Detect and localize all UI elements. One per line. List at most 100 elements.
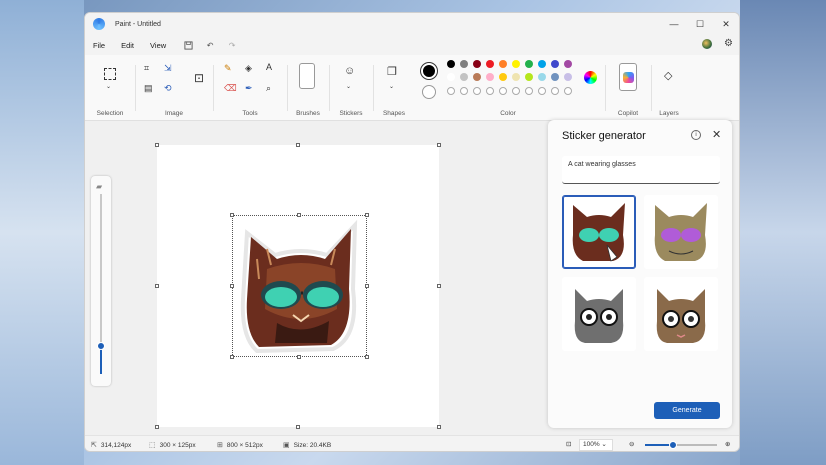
close-button[interactable]: ✕ <box>713 13 739 35</box>
layers-icon[interactable]: ◇ <box>664 69 672 82</box>
sticker-image <box>574 289 624 343</box>
generate-button[interactable]: Generate <box>654 402 720 419</box>
brushes-group: Brushes <box>288 55 328 121</box>
color-swatch[interactable] <box>564 87 572 95</box>
color-swatch[interactable] <box>460 87 468 95</box>
window-controls: — ☐ ✕ <box>661 13 739 35</box>
color-swatch[interactable] <box>460 73 468 81</box>
zoom-in-icon[interactable]: ⊕ <box>725 440 730 448</box>
color-swatch[interactable] <box>447 87 455 95</box>
cursor-position: ⇱ 314,124px <box>91 441 132 450</box>
sticker-option-3[interactable] <box>562 277 636 351</box>
resize-icon[interactable]: ⇲ <box>164 63 172 74</box>
color-swatch[interactable] <box>486 87 494 95</box>
sticker-image <box>572 203 625 262</box>
color-swatch[interactable] <box>538 73 546 81</box>
layers-group: ◇ Layers <box>652 55 686 121</box>
menu-view[interactable]: View <box>142 41 174 50</box>
undo-icon[interactable]: ↶ <box>202 38 218 52</box>
cursor-icon: ⇱ <box>91 442 97 449</box>
color-swatch[interactable] <box>512 60 520 68</box>
file-size: ▣ Size: 20.4KB <box>283 441 331 450</box>
color-swatch[interactable] <box>460 60 468 68</box>
sticker-option-2[interactable] <box>644 195 718 269</box>
layer-icon: ▰ <box>96 182 103 191</box>
color-swatch[interactable] <box>473 73 481 81</box>
maximize-button[interactable]: ☐ <box>687 13 713 35</box>
color-swatch[interactable] <box>551 73 559 81</box>
color-swatch[interactable] <box>564 73 572 81</box>
info-icon[interactable]: i <box>691 130 701 140</box>
copilot-label: Copilot <box>617 110 639 117</box>
copilot-button[interactable] <box>619 63 637 91</box>
chevron-down-icon[interactable]: ⌄ <box>106 83 111 90</box>
cursor-position-value: 314,124px <box>100 441 132 449</box>
minimize-button[interactable]: — <box>661 13 687 35</box>
sticker-icon[interactable]: ☺ <box>344 65 355 77</box>
account-avatar[interactable] <box>702 38 713 49</box>
color-swatch[interactable] <box>499 73 507 81</box>
remove-background-icon[interactable]: ▤ <box>144 83 153 94</box>
color-group: Color <box>415 55 601 121</box>
drawing-canvas[interactable] <box>155 143 441 429</box>
zoom-slider-thumb[interactable] <box>669 441 677 449</box>
color-swatch[interactable] <box>499 60 507 68</box>
color-picker-icon[interactable]: ✒ <box>245 83 253 94</box>
color-swatch[interactable] <box>447 73 455 81</box>
chevron-down-icon[interactable]: ⌄ <box>389 83 394 90</box>
color-swatch[interactable] <box>538 60 546 68</box>
selection-size-icon: ⬚ <box>149 442 156 449</box>
menu-file[interactable]: File <box>85 41 113 50</box>
color-swatch[interactable] <box>499 87 507 95</box>
tools-group: ✎ ◈ A ⌫ ✒ ⌕ Tools <box>214 55 286 121</box>
eraser-icon[interactable]: ⌫ <box>224 83 237 94</box>
copilot-icon <box>622 71 634 83</box>
pencil-icon[interactable]: ✎ <box>224 63 232 74</box>
color-swatch[interactable] <box>486 73 494 81</box>
color-swatch[interactable] <box>525 73 533 81</box>
color-swatch[interactable] <box>512 87 520 95</box>
color-swatch[interactable] <box>473 60 481 68</box>
fit-to-window-icon[interactable]: ⊡ <box>566 440 571 448</box>
edit-colors-icon[interactable] <box>584 71 597 84</box>
brush-icon[interactable] <box>299 63 315 89</box>
file-size-icon: ▣ <box>283 442 290 449</box>
prompt-input[interactable]: A cat wearing glasses <box>562 156 720 184</box>
settings-gear-icon[interactable]: ⚙ <box>724 38 733 49</box>
chevron-down-icon[interactable]: ⌄ <box>346 83 351 90</box>
text-tool-icon[interactable]: A <box>266 62 272 72</box>
fill-bucket-icon[interactable]: ◈ <box>245 63 252 74</box>
shapes-label: Shapes <box>382 110 406 117</box>
tools-label: Tools <box>242 110 258 117</box>
slider-thumb[interactable] <box>97 342 105 350</box>
color-swatch[interactable] <box>551 87 559 95</box>
magnifier-icon[interactable]: ⌕ <box>266 83 271 94</box>
shapes-icon[interactable]: ❐ <box>387 65 397 78</box>
zoom-level-dropdown[interactable]: 100% ⌄ <box>579 439 613 451</box>
color-swatch[interactable] <box>525 87 533 95</box>
color-swatch[interactable] <box>538 87 546 95</box>
rotate-icon[interactable]: ⟲ <box>164 83 172 94</box>
zoom-out-icon[interactable]: ⊖ <box>629 440 634 448</box>
cat-sticker-image[interactable] <box>237 219 365 355</box>
sticker-option-1[interactable] <box>562 195 636 269</box>
primary-color-swatch[interactable] <box>421 63 437 79</box>
secondary-color-swatch[interactable] <box>422 85 436 99</box>
color-swatch[interactable] <box>525 60 533 68</box>
image-creator-icon[interactable]: ⊡ <box>194 71 204 85</box>
layer-zoom-slider[interactable]: ▰ <box>91 176 111 386</box>
color-swatch[interactable] <box>564 60 572 68</box>
rectangle-select-icon[interactable] <box>104 68 116 80</box>
sticker-option-4[interactable] <box>644 277 718 351</box>
menu-edit[interactable]: Edit <box>113 41 142 50</box>
save-icon[interactable] <box>180 38 196 52</box>
color-swatch[interactable] <box>486 60 494 68</box>
crop-icon[interactable]: ⌗ <box>144 63 149 74</box>
color-swatch[interactable] <box>551 60 559 68</box>
window-title: Paint - Untitled <box>115 20 161 28</box>
color-swatch[interactable] <box>512 73 520 81</box>
color-swatch[interactable] <box>473 87 481 95</box>
panel-close-icon[interactable]: ✕ <box>712 128 721 141</box>
redo-icon[interactable]: ↷ <box>224 38 240 52</box>
color-swatch[interactable] <box>447 60 455 68</box>
